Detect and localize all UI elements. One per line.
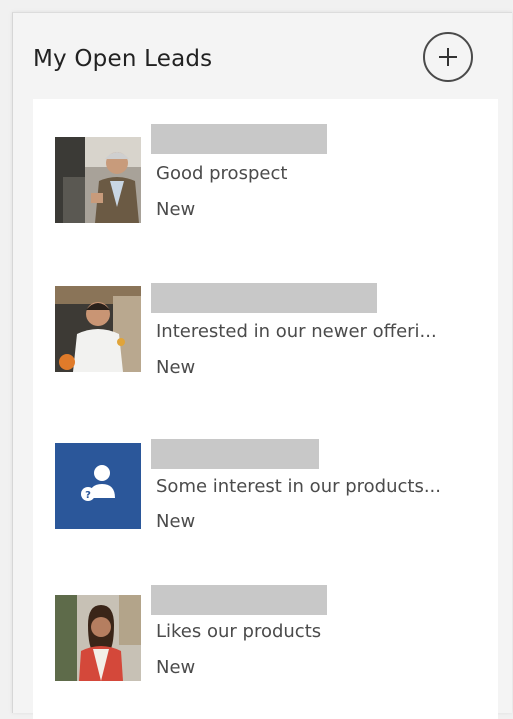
add-lead-button[interactable] [423,32,473,82]
lead-status: New [156,657,196,678]
lead-description: Interested in our newer offeri... [156,321,437,342]
open-leads-panel: My Open Leads Good prospect New Interest… [12,12,512,719]
lead-avatar [55,595,141,681]
lead-description: Likes our products [156,621,322,642]
lead-avatar [55,137,141,223]
lead-description: Good prospect [156,163,288,184]
lead-description: Some interest in our products... [156,476,441,497]
lead-name-redacted [151,124,327,154]
lead-name-redacted [151,585,327,615]
lead-item[interactable]: Interested in our newer offeri... New [33,259,498,399]
lead-avatar: ? [55,443,141,529]
lead-item[interactable]: Likes our products New [33,569,498,709]
lead-name-redacted [151,439,319,469]
lead-status: New [156,199,196,220]
leads-list: Good prospect New Interested in our newe… [33,99,498,719]
lead-name-redacted [151,283,377,313]
lead-status: New [156,511,196,532]
lead-item[interactable]: Good prospect New [33,99,498,239]
lead-item[interactable]: ? Some interest in our products... New [33,419,498,559]
lead-status: New [156,357,196,378]
lead-avatar [55,286,141,372]
svg-text:?: ? [85,490,91,501]
plus-icon [439,48,457,66]
panel-title: My Open Leads [33,46,213,72]
unknown-contact-icon: ? [55,443,141,529]
